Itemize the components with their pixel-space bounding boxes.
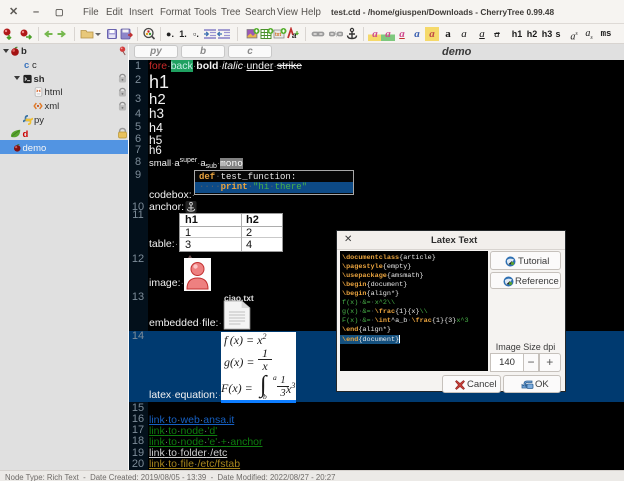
svg-text:a: a [292,31,297,40]
svg-text:txt: txt [275,32,281,38]
